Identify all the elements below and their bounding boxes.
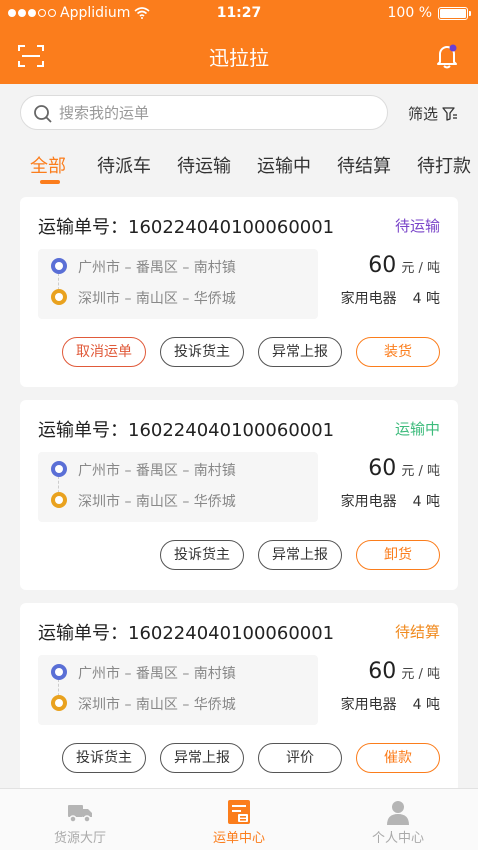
person-icon xyxy=(387,801,409,825)
search-input[interactable] xyxy=(59,101,379,125)
status-badge: 待结算 xyxy=(394,623,440,641)
bottom-tab-bar: 货源大厅 运单中心 个人中心 xyxy=(0,788,478,850)
tab-in-transit[interactable]: 运输中 xyxy=(257,152,311,178)
destination-pin-icon xyxy=(51,695,67,711)
tabbar-label: 运单中心 xyxy=(212,831,265,846)
filter-icon xyxy=(442,106,458,121)
status-badge: 待运输 xyxy=(394,217,440,235)
price-value: 60 xyxy=(368,456,397,481)
complain-shipper-button[interactable]: 投诉货主 xyxy=(160,540,244,570)
status-bar: Applidium 11:27 100 % xyxy=(0,0,478,28)
destination-pin-icon xyxy=(51,289,67,305)
tab-pending-dispatch[interactable]: 待派车 xyxy=(97,152,151,178)
cargo-info: 家用电器 4 吨 xyxy=(341,288,440,308)
review-button[interactable]: 评价 xyxy=(258,743,342,773)
report-exception-button[interactable]: 异常上报 xyxy=(160,743,244,773)
route-box: 广州市 – 番禺区 – 南村镇 深圳市 – 南山区 – 华侨城 xyxy=(38,452,318,522)
tabbar-item-waybill-center[interactable]: 运单中心 xyxy=(159,789,319,850)
complain-shipper-button[interactable]: 投诉货主 xyxy=(160,337,244,367)
origin-pin-icon xyxy=(51,258,67,274)
route-box: 广州市 – 番禺区 – 南村镇 深圳市 – 南山区 – 华侨城 xyxy=(38,249,318,319)
order-card[interactable]: 运输单号：160224040100060001 待运输 广州市 – 番禺区 – … xyxy=(20,197,458,387)
origin-address: 广州市 – 番禺区 – 南村镇 xyxy=(78,463,236,479)
cargo-weight: 4 吨 xyxy=(412,697,440,713)
tabbar-label: 个人中心 xyxy=(371,831,424,846)
cargo-info: 家用电器 4 吨 xyxy=(341,694,440,714)
origin-pin-icon xyxy=(51,664,67,680)
filter-label: 筛选 xyxy=(408,105,439,123)
origin-address: 广州市 – 番禺区 – 南村镇 xyxy=(78,666,236,682)
tabbar-item-cargo-hall[interactable]: 货源大厅 xyxy=(0,789,160,850)
order-card[interactable]: 运输单号：160224040100060001 待结算 广州市 – 番禺区 – … xyxy=(20,603,458,793)
battery-icon xyxy=(438,6,471,20)
load-goods-button[interactable]: 装货 xyxy=(356,337,440,367)
search-bar: 筛选 xyxy=(0,84,478,142)
order-card[interactable]: 运输单号：160224040100060001 运输中 广州市 – 番禺区 – … xyxy=(20,400,458,590)
status-tabs: 全部 待派车 待运输 运输中 待结算 待打款 xyxy=(0,142,478,192)
destination-pin-icon xyxy=(51,492,67,508)
route-box: 广州市 – 番禺区 – 南村镇 深圳市 – 南山区 – 华侨城 xyxy=(38,655,318,725)
tabbar-label: 货源大厅 xyxy=(53,831,106,846)
cancel-order-button[interactable]: 取消运单 xyxy=(62,337,146,367)
filter-button[interactable]: 筛选 xyxy=(408,103,458,124)
search-icon xyxy=(34,105,52,123)
order-number: 运输单号：160224040100060001 xyxy=(38,420,335,441)
cargo-weight: 4 吨 xyxy=(412,291,440,307)
unload-goods-button[interactable]: 卸货 xyxy=(356,540,440,570)
price: 60 元 / 吨 xyxy=(368,253,440,278)
price-unit: 元 / 吨 xyxy=(401,464,440,479)
tab-pending-transport[interactable]: 待运输 xyxy=(177,152,231,178)
battery-percent: 100 % xyxy=(387,5,432,21)
waybill-icon xyxy=(228,800,250,824)
price-unit: 元 / 吨 xyxy=(401,667,440,682)
tabbar-item-personal-center[interactable]: 个人中心 xyxy=(318,789,478,850)
tab-all[interactable]: 全部 xyxy=(30,152,66,178)
truck-icon xyxy=(68,805,92,823)
price-value: 60 xyxy=(368,253,397,278)
cargo-type: 家用电器 xyxy=(340,494,397,510)
order-number: 运输单号：160224040100060001 xyxy=(38,217,335,238)
price-value: 60 xyxy=(368,659,397,684)
complain-shipper-button[interactable]: 投诉货主 xyxy=(62,743,146,773)
nav-bar: 迅拉拉 xyxy=(0,28,478,84)
payment-reminder-button[interactable]: 催款 xyxy=(356,743,440,773)
report-exception-button[interactable]: 异常上报 xyxy=(258,540,342,570)
report-exception-button[interactable]: 异常上报 xyxy=(258,337,342,367)
cargo-info: 家用电器 4 吨 xyxy=(341,491,440,511)
order-number: 运输单号：160224040100060001 xyxy=(38,623,335,644)
origin-address: 广州市 – 番禺区 – 南村镇 xyxy=(78,260,236,276)
price: 60 元 / 吨 xyxy=(368,659,440,684)
page-title: 迅拉拉 xyxy=(209,46,269,70)
tab-pending-payment[interactable]: 待打款 xyxy=(417,152,471,178)
cargo-type: 家用电器 xyxy=(340,697,397,713)
bell-icon[interactable] xyxy=(434,42,460,70)
tab-pending-settlement[interactable]: 待结算 xyxy=(337,152,391,178)
price-unit: 元 / 吨 xyxy=(401,261,440,276)
origin-pin-icon xyxy=(51,461,67,477)
price: 60 元 / 吨 xyxy=(368,456,440,481)
cargo-weight: 4 吨 xyxy=(412,494,440,510)
cargo-type: 家用电器 xyxy=(340,291,397,307)
search-box[interactable] xyxy=(20,95,388,130)
destination-address: 深圳市 – 南山区 – 华侨城 xyxy=(78,494,236,510)
destination-address: 深圳市 – 南山区 – 华侨城 xyxy=(78,697,236,713)
destination-address: 深圳市 – 南山区 – 华侨城 xyxy=(78,291,236,307)
active-tab-indicator xyxy=(40,180,60,184)
notification-dot xyxy=(449,44,457,52)
status-badge: 运输中 xyxy=(394,420,440,438)
